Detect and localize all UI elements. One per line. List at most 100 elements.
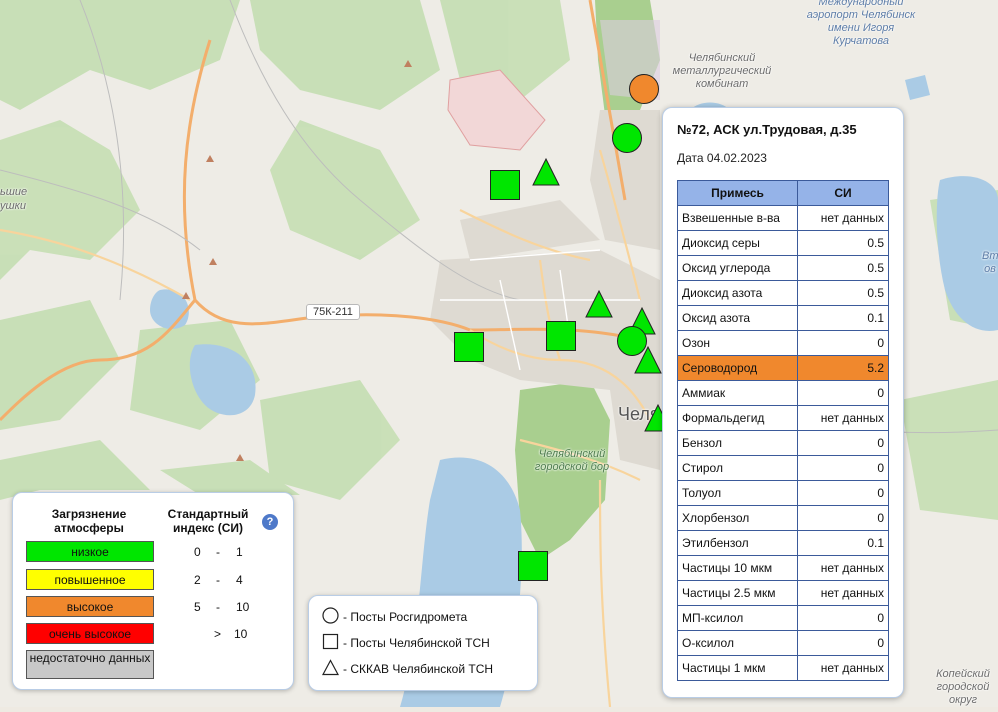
pollutant-table: Примесь СИ Взвешенные в-ва нет данных Диок… [677,180,889,681]
range-from: 0 [194,545,201,559]
table-row: Частицы 1 мкм нет данных [677,655,889,681]
table-row: Частицы 2.5 мкм нет данных [677,580,889,606]
station-marker-square[interactable] [518,551,548,581]
square-icon [322,633,339,655]
pollutant-name: Стирол [677,455,798,481]
pollutant-name: Толуол [677,480,798,506]
range-to: 4 [236,573,243,587]
pollutant-name: Оксид азота [677,305,798,331]
pollutant-name: Диоксид серы [677,230,798,256]
table-row: Частицы 10 мкм нет данных [677,555,889,581]
symbol-item-circle: - Посты Росгидромета [322,607,467,625]
station-marker-triangle[interactable] [585,290,613,318]
symbol-item-square: - Посты Челябинской ТСН [322,633,490,651]
help-icon[interactable]: ? [262,514,278,530]
table-row: Сероводород 5.2 [677,355,889,381]
legend-level-high: высокое [26,596,154,617]
table-row: Этилбензол 0.1 [677,530,889,556]
table-row: МП-ксилол 0 [677,605,889,631]
pollutant-name: Формальдегид [677,405,798,431]
pollutant-index-value: 0 [797,330,889,356]
table-row: Диоксид азота 0.5 [677,280,889,306]
pollutant-name: Взвешенные в-ва [677,205,798,231]
table-row: Взвешенные в-ва нет данных [677,205,889,231]
table-row: Диоксид серы 0.5 [677,230,889,256]
station-marker-triangle[interactable] [634,346,662,374]
legend-header-index: Стандартный индекс (СИ) [167,507,249,535]
pollutant-index-value: 0.1 [797,530,889,556]
pollutant-index-value: 0 [797,505,889,531]
triangle-icon [321,659,340,681]
pollutant-name: Бензол [677,430,798,456]
symbol-label-circle: - Посты Росгидромета [343,610,468,625]
station-marker-circle-orange[interactable] [629,74,659,104]
map-label-forest: Челябинский городской бор [534,448,610,473]
pollutant-name: Озон [677,330,798,356]
pollutant-index-value: 0 [797,380,889,406]
pollutant-name: Аммиак [677,380,798,406]
pollutant-index-value: нет данных [797,405,889,431]
table-row: Оксид углерода 0.5 [677,255,889,281]
pollutant-name: О-ксилол [677,630,798,656]
map-label-edge-left-bottom: ушки [0,200,26,212]
circle-icon [322,607,339,629]
table-header-row: Примесь СИ [677,180,889,206]
pollutant-name: Частицы 2.5 мкм [677,580,798,606]
range-from: 2 [194,573,201,587]
symbol-item-triangle: - СККАВ Челябинской ТСН [321,659,494,677]
table-row: О-ксилол 0 [677,630,889,656]
pollutant-index-value: 5.2 [797,355,889,381]
pollutant-index-value: 0 [797,480,889,506]
legend-level-very-high: очень высокое [26,623,154,644]
map-label-kopeysk: Копейский городской округ [936,668,990,706]
road-shield-75k-211: 75К-211 [306,304,360,320]
popup-date: Дата 04.02.2023 [677,151,767,165]
table-row: Формальдегид нет данных [677,405,889,431]
range-dash: - [216,600,220,614]
map-label-metallurgical: Челябинский металлургический комбинат [672,52,772,90]
station-marker-circle[interactable] [612,123,642,153]
range-dash: - [216,573,220,587]
station-info-popup: №72, АСК ул.Трудовая, д.35 Дата 04.02.20… [662,107,904,698]
pollution-legend: Загрязнение атмосферы Стандартный индекс… [12,492,294,690]
legend-level-elevated: повышенное [26,569,154,590]
pollutant-index-value: 0 [797,630,889,656]
pollutant-index-value: 0 [797,605,889,631]
range-dash: > [214,627,222,641]
station-marker-square[interactable] [490,170,520,200]
table-row: Бензол 0 [677,430,889,456]
pollutant-index-value: 0.5 [797,280,889,306]
pollutant-name: Диоксид азота [677,280,798,306]
pollutant-name: Частицы 10 мкм [677,555,798,581]
table-row: Хлорбензол 0 [677,505,889,531]
popup-title: №72, АСК ул.Трудовая, д.35 [677,122,857,137]
pollutant-index-value: нет данных [797,555,889,581]
legend-header-pollution: Загрязнение атмосферы [51,507,127,535]
table-row: Стирол 0 [677,455,889,481]
pollutant-index-value: 0.1 [797,305,889,331]
legend-level-low: низкое [26,541,154,562]
pollutant-name: МП-ксилол [677,605,798,631]
pollutant-index-value: 0.5 [797,230,889,256]
symbol-label-triangle: - СККАВ Челябинской ТСН [343,662,494,677]
table-row: Озон 0 [677,330,889,356]
pollutant-name: Сероводород [677,355,798,381]
marker-type-legend: - Посты Росгидромета - Посты Челябинской… [308,595,538,691]
column-header-substance: Примесь [677,180,798,206]
range-to: 10 [236,600,250,614]
station-marker-triangle[interactable] [532,158,560,186]
range-to: 1 [236,545,243,559]
station-marker-square[interactable] [454,332,484,362]
station-marker-square[interactable] [546,321,576,351]
pollutant-name: Оксид углерода [677,255,798,281]
table-row: Аммиак 0 [677,380,889,406]
pollutant-index-value: нет данных [797,655,889,681]
pollutant-name: Частицы 1 мкм [677,655,798,681]
map-label-airport: Международный аэропорт Челябинск имени И… [806,0,916,47]
pollutant-index-value: нет данных [797,205,889,231]
pollutant-name: Этилбензол [677,530,798,556]
map-label-edge-right: Вт ов [982,250,998,275]
table-row: Толуол 0 [677,480,889,506]
pollutant-index-value: 0 [797,455,889,481]
pollutant-index-value: 0 [797,430,889,456]
